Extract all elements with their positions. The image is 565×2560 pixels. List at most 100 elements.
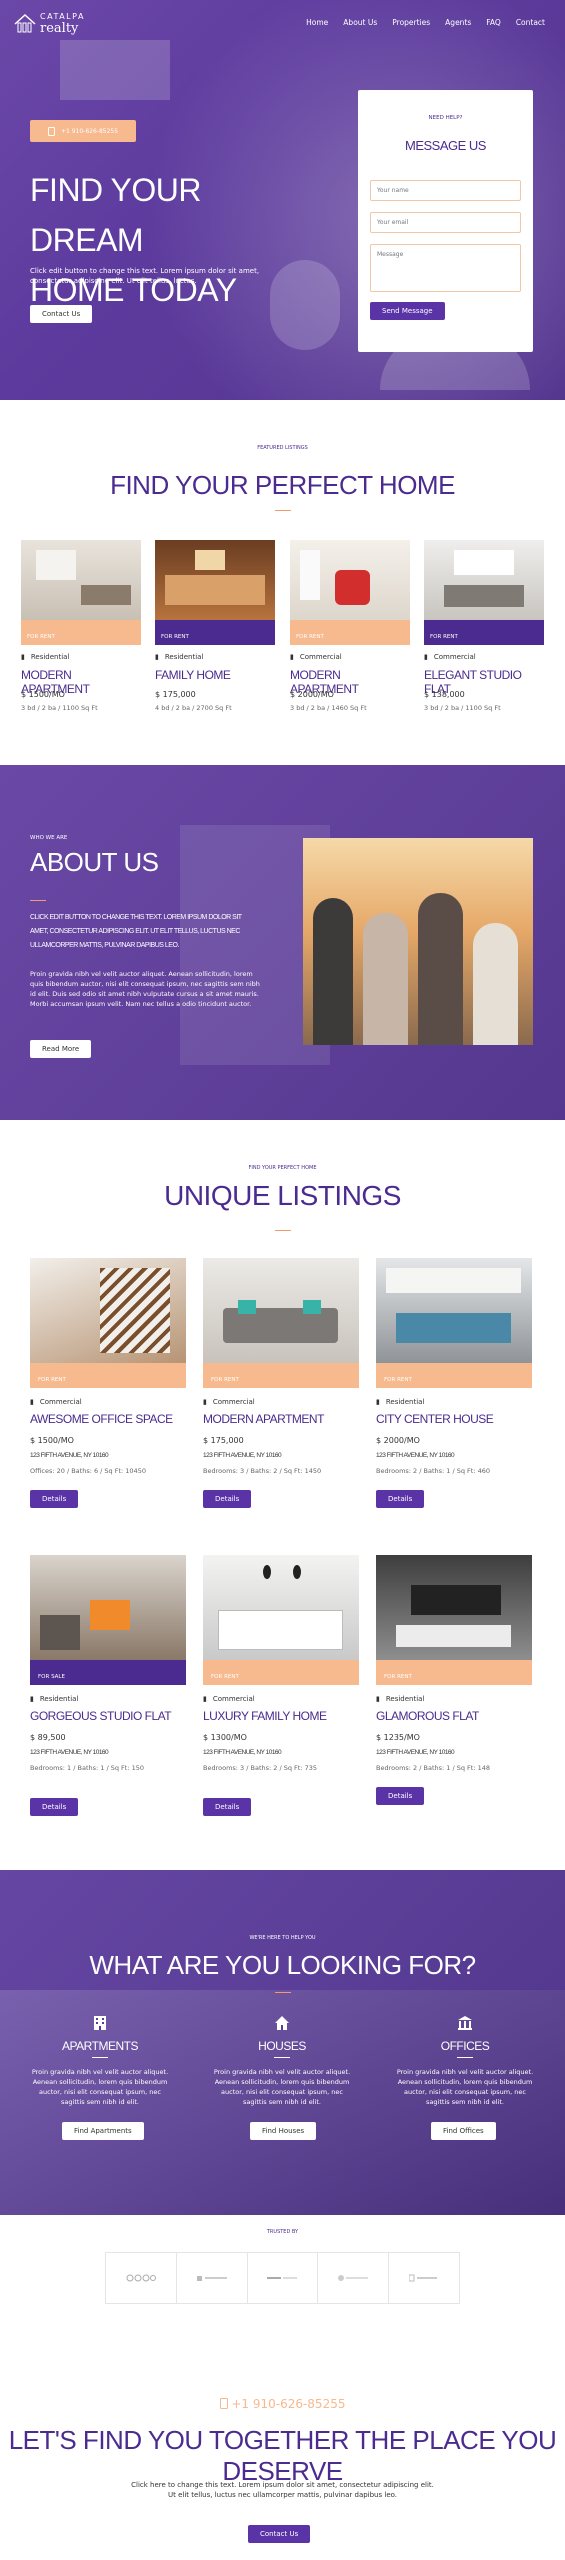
- looking-for-section: WE'RE HERE TO HELP YOU WHAT ARE YOU LOOK…: [0, 1870, 565, 2215]
- listing-card[interactable]: FOR RENT ▮ Commercial LUXURY FAMILY HOME …: [203, 1555, 359, 1825]
- hero-window-shape: [60, 40, 170, 100]
- apartments-title: APARTMENTS: [62, 2039, 138, 2053]
- email-field[interactable]: Your email: [370, 212, 521, 233]
- listing-category: ▮ Commercial: [290, 653, 342, 661]
- unique-eyebrow: FIND YOUR PERFECT HOME: [248, 1165, 317, 1171]
- category-label: Commercial: [433, 653, 476, 661]
- houses-title: HOUSES: [258, 2039, 306, 2053]
- property-image: [30, 1555, 186, 1660]
- listing-card[interactable]: FOR RENT ▮ Commercial AWESOME OFFICE SPAC…: [30, 1258, 186, 1518]
- listing-name[interactable]: FAMILY HOME: [155, 668, 231, 682]
- listing-name[interactable]: GLAMOROUS FLAT: [376, 1709, 479, 1723]
- hero-phone-pill[interactable]: +1 910-626-85255: [30, 120, 136, 142]
- category-label: Commercial: [212, 1398, 255, 1406]
- listing-category: ▮ Residential: [376, 1695, 424, 1703]
- unique-rule: [275, 1230, 291, 1231]
- phone-icon: [47, 126, 55, 136]
- listing-meta: 3 bd / 2 ba / 1460 Sq Ft: [290, 704, 367, 712]
- hero-lead: Click edit button to change this text. L…: [30, 267, 260, 285]
- nav-contact[interactable]: Contact: [516, 18, 545, 27]
- listing-badge: FOR RENT: [376, 1660, 532, 1685]
- building-icon: [94, 2016, 106, 2030]
- looking-rule: [275, 1992, 291, 1993]
- details-button[interactable]: Details: [203, 1490, 252, 1508]
- featured-title: FIND YOUR PERFECT HOME: [110, 470, 455, 500]
- brand-line1: CATALPA: [40, 12, 85, 21]
- offices-desc: Proin gravida nibh vel velit auctor aliq…: [396, 2068, 534, 2106]
- details-button[interactable]: Details: [30, 1798, 79, 1816]
- listing-price: $ 1500/MO: [21, 690, 65, 699]
- listing-price: $ 175,000: [203, 1436, 244, 1445]
- nav-home[interactable]: Home: [306, 18, 328, 27]
- listing-badge: FOR RENT: [21, 620, 141, 645]
- property-image: [376, 1258, 532, 1363]
- offices-title: OFFICES: [440, 2039, 490, 2053]
- hero-section: CATALPA realty Home About Us Properties …: [0, 0, 565, 400]
- listing-card[interactable]: FOR SALE ▮ Residential GORGEOUS STUDIO FL…: [30, 1555, 186, 1825]
- category-label: Commercial: [212, 1695, 255, 1703]
- details-button[interactable]: Details: [30, 1490, 79, 1508]
- houses-rule: [274, 2057, 290, 2058]
- details-button[interactable]: Details: [203, 1798, 252, 1816]
- listing-badge: FOR RENT: [30, 1363, 186, 1388]
- listing-address: 123 FIFTH AVENUE, NY 10160: [376, 1452, 455, 1459]
- nav-faq[interactable]: FAQ: [486, 18, 501, 27]
- listing-badge: FOR RENT: [376, 1363, 532, 1388]
- listing-badge: FOR RENT: [203, 1363, 359, 1388]
- form-eyebrow: NEED HELP?: [428, 115, 463, 121]
- unique-listings-section: FIND YOUR PERFECT HOME UNIQUE LISTINGS F…: [0, 1120, 565, 1870]
- find-offices-button[interactable]: Find Offices: [431, 2122, 496, 2140]
- listing-category: ▮ Residential: [21, 653, 69, 661]
- find-houses-button[interactable]: Find Houses: [250, 2122, 317, 2140]
- listing-name[interactable]: CITY CENTER HOUSE: [376, 1412, 494, 1426]
- cta-contact-button[interactable]: Contact Us: [248, 2525, 311, 2543]
- category-label: Residential: [385, 1695, 425, 1703]
- category-icon: ▮: [30, 1398, 34, 1406]
- about-bold-text: CLICK EDIT BUTTON TO CHANGE THIS TEXT. L…: [30, 914, 242, 949]
- nav-about[interactable]: About Us: [343, 18, 377, 27]
- details-button[interactable]: Details: [376, 1787, 425, 1805]
- nav-agents[interactable]: Agents: [445, 18, 471, 27]
- apartments-rule: [92, 2057, 108, 2058]
- listing-name[interactable]: MODERN APARTMENT: [203, 1412, 324, 1426]
- name-field[interactable]: Your name: [370, 180, 521, 201]
- listing-address: 123 FIFTH AVENUE, NY 10160: [30, 1749, 109, 1756]
- listing-card[interactable]: FOR RENT ▮ Residential CITY CENTER HOUSE …: [376, 1258, 532, 1518]
- read-more-button[interactable]: Read More: [30, 1040, 92, 1058]
- about-body: Proin gravida nibh vel velit auctor aliq…: [30, 970, 260, 1008]
- nav-properties[interactable]: Properties: [392, 18, 430, 27]
- listing-name[interactable]: AWESOME OFFICE SPACE: [30, 1412, 173, 1426]
- partner-logo-3: [248, 2253, 319, 2303]
- listing-badge: FOR RENT: [203, 1660, 359, 1685]
- listing-card[interactable]: FOR RENT ▮ Commercial MODERN APARTMENT $ …: [203, 1258, 359, 1518]
- hero-contact-button[interactable]: Contact Us: [30, 305, 93, 323]
- hero-phone-text: +1 910-626-85255: [60, 127, 119, 135]
- find-apartments-button[interactable]: Find Apartments: [62, 2122, 144, 2140]
- about-eyebrow: WHO WE ARE: [30, 835, 68, 841]
- listing-card[interactable]: FOR RENT ▮ Residential GLAMOROUS FLAT $ 1…: [376, 1555, 532, 1815]
- listing-meta: 3 bd / 2 ba / 1100 Sq Ft: [424, 704, 501, 712]
- listing-category: ▮ Commercial: [424, 653, 476, 661]
- category-label: Residential: [385, 1398, 425, 1406]
- send-message-button[interactable]: Send Message: [370, 302, 445, 320]
- property-image: [30, 1258, 186, 1363]
- listing-category: ▮ Commercial: [30, 1398, 82, 1406]
- listing-name[interactable]: GORGEOUS STUDIO FLAT: [30, 1709, 172, 1723]
- partner-logo-4: [318, 2253, 390, 2303]
- category-label: Residential: [164, 653, 204, 661]
- message-field[interactable]: Message: [370, 244, 521, 292]
- details-button[interactable]: Details: [376, 1490, 425, 1508]
- partner-logo-1: [106, 2253, 177, 2303]
- property-image: [290, 540, 410, 620]
- house-icon: [275, 2016, 289, 2030]
- property-image: [155, 540, 275, 620]
- about-rule: [30, 900, 46, 901]
- listing-meta: 3 bd / 2 ba / 1100 Sq Ft: [21, 704, 98, 712]
- cta-phone[interactable]: +1 910-626-85255: [0, 2397, 565, 2411]
- listing-name[interactable]: LUXURY FAMILY HOME: [203, 1709, 327, 1723]
- property-image: [424, 540, 544, 620]
- category-icon: ▮: [203, 1398, 207, 1406]
- listing-price: $ 175,000: [155, 690, 196, 699]
- listing-badge: FOR RENT: [155, 620, 275, 645]
- listing-category: ▮ Commercial: [203, 1695, 255, 1703]
